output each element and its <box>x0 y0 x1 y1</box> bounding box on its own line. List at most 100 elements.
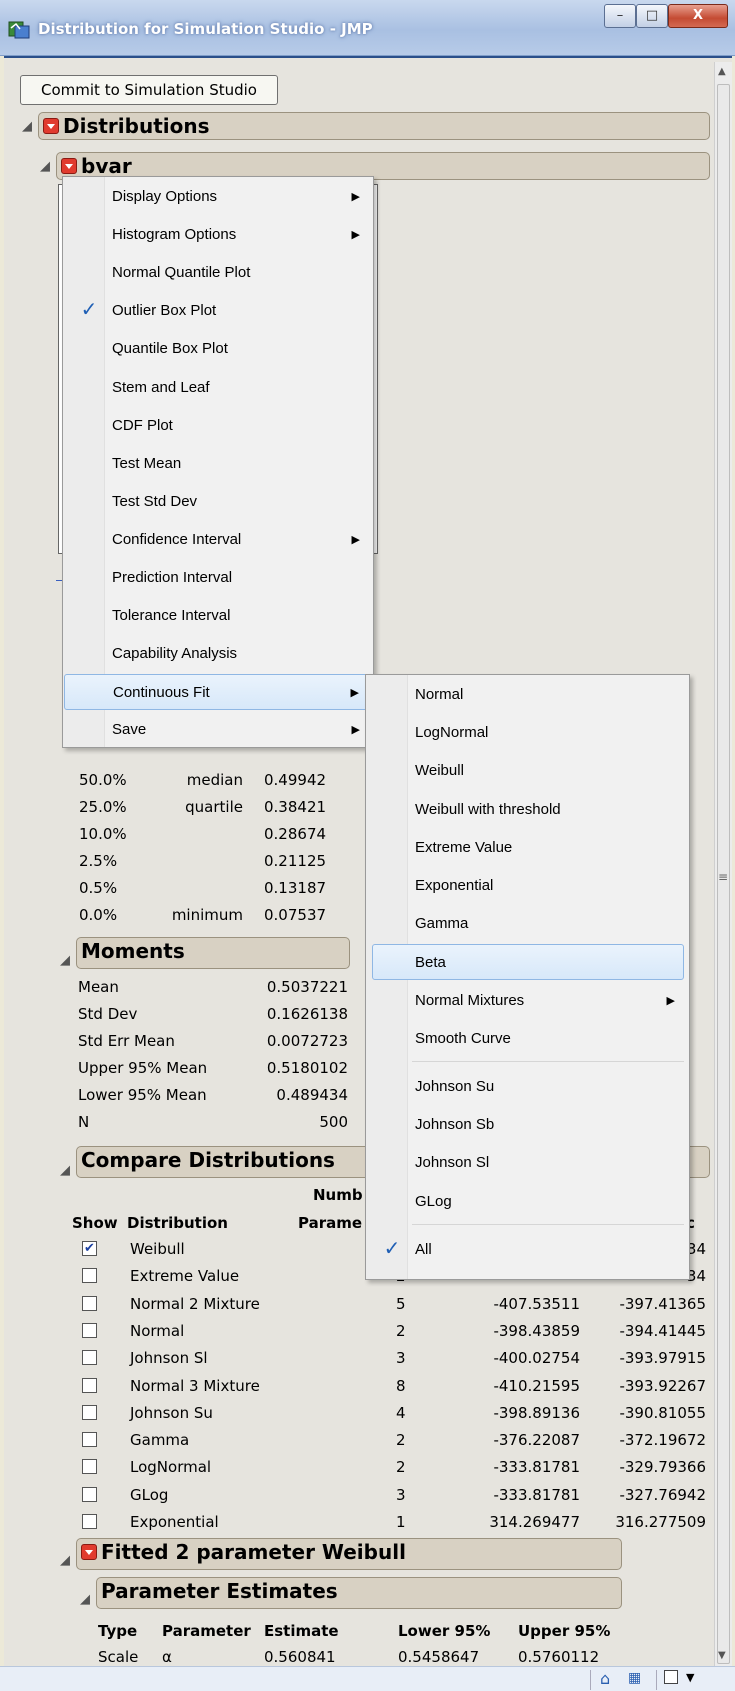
collapse-distributions-icon[interactable]: ◢ <box>22 119 32 134</box>
red-triangle-menu-icon[interactable] <box>61 157 77 174</box>
bic-value: -394.41445 <box>619 1321 706 1340</box>
quantile-pct: 10.0% <box>79 825 127 843</box>
menu-item-cdf-plot[interactable]: CDF Plot <box>64 408 374 444</box>
submenu-item-label: Weibull with threshold <box>415 800 561 818</box>
menu-item-normal-quantile-plot[interactable]: Normal Quantile Plot <box>64 255 374 291</box>
scroll-up-icon[interactable]: ▲ <box>718 66 726 77</box>
close-button[interactable]: X <box>668 4 728 28</box>
quantile-value: 0.21125 <box>264 852 327 870</box>
layout-icon[interactable] <box>664 1670 678 1684</box>
red-triangle-menu-icon[interactable] <box>43 117 59 134</box>
title-bar[interactable]: Distribution for Simulation Studio - JMP… <box>0 0 735 56</box>
menu-item-outlier-box-plot[interactable]: ✓ Outlier Box Plot <box>64 293 374 329</box>
submenu-item-johnson-su[interactable]: Johnson Su <box>367 1069 689 1105</box>
bic-value: -393.97915 <box>619 1349 706 1368</box>
distribution-name: Johnson Su <box>130 1403 213 1422</box>
jmp-app-icon <box>8 21 30 39</box>
menu-item-label: CDF Plot <box>112 416 173 434</box>
distribution-name: Extreme Value <box>130 1267 240 1286</box>
submenu-item-weibull-with-threshold[interactable]: Weibull with threshold <box>367 792 689 828</box>
dropdown-arrow-icon[interactable]: ▼ <box>686 1671 694 1684</box>
moments-title: Moments <box>81 939 185 963</box>
vertical-scrollbar[interactable]: ▲ ≡ ▼ <box>714 62 732 1666</box>
menu-item-stem-and-leaf[interactable]: Stem and Leaf <box>64 370 374 406</box>
moment-value: 0.489434 <box>276 1086 348 1104</box>
show-checkbox[interactable]: ✔ <box>82 1241 97 1256</box>
collapse-fitted-icon[interactable]: ◢ <box>60 1553 70 1568</box>
show-checkbox[interactable] <box>82 1486 97 1502</box>
submenu-item-all[interactable]: ✓ All <box>367 1232 689 1268</box>
bic-value: 316.277509 <box>615 1513 706 1531</box>
menu-item-prediction-interval[interactable]: Prediction Interval <box>64 560 374 596</box>
distributions-outline[interactable]: Distributions <box>38 112 710 140</box>
menu-item-label: Prediction Interval <box>112 569 233 586</box>
submenu-item-label: Johnson Su <box>415 1078 495 1095</box>
menu-item-test-mean[interactable]: Test Mean <box>64 446 374 482</box>
param-cell: 0.560841 <box>264 1648 336 1666</box>
maximize-button[interactable]: □ <box>636 4 668 28</box>
minimize-button[interactable]: – <box>604 4 636 28</box>
param-count: 1 <box>396 1513 406 1531</box>
commit-to-simulation-studio-button[interactable]: Commit to Simulation Studio <box>20 75 278 105</box>
checkmark-icon: ✓ <box>383 1237 401 1260</box>
home-icon[interactable]: ⌂ <box>600 1669 610 1688</box>
bic-value: -393.92267 <box>619 1376 706 1395</box>
collapse-parameter-icon[interactable]: ◢ <box>80 1592 90 1607</box>
distribution-name: Normal <box>130 1321 185 1340</box>
show-checkbox[interactable] <box>82 1514 97 1529</box>
submenu-item-normal[interactable]: Normal <box>367 677 689 713</box>
show-checkbox[interactable] <box>82 1295 97 1311</box>
quantile-value: 0.38421 <box>264 798 327 816</box>
param-cell: Scale <box>98 1648 139 1666</box>
submenu-item-weibull[interactable]: Weibull <box>367 753 689 789</box>
submenu-item-normal-mixtures[interactable]: Normal Mixtures ▶ <box>367 983 689 1019</box>
show-checkbox[interactable] <box>82 1377 97 1393</box>
submenu-item-johnson-sb[interactable]: Johnson Sb <box>367 1107 689 1143</box>
menu-item-capability-analysis[interactable]: Capability Analysis <box>64 636 374 672</box>
menu-item-confidence-interval[interactable]: Confidence Interval ▶ <box>64 522 374 558</box>
parameter-estimates-outline[interactable]: Parameter Estimates <box>96 1577 622 1609</box>
submenu-item-gamma[interactable]: Gamma <box>367 906 689 942</box>
show-checkbox[interactable] <box>82 1459 97 1475</box>
collapse-bvar-icon[interactable]: ◢ <box>40 159 50 174</box>
collapse-compare-icon[interactable]: ◢ <box>60 1163 70 1178</box>
menu-item-histogram-options[interactable]: Histogram Options ▶ <box>64 217 374 253</box>
submenu-item-smooth-curve[interactable]: Smooth Curve <box>367 1021 689 1057</box>
submenu-item-glog[interactable]: GLog <box>367 1184 689 1220</box>
menu-item-display-options[interactable]: Display Options ▶ <box>64 179 374 215</box>
menu-item-label: Continuous Fit <box>113 684 210 702</box>
red-triangle-menu-icon[interactable] <box>81 1543 97 1560</box>
aicc-value: -398.43859 <box>493 1321 580 1340</box>
window-list-icon[interactable]: ▦ <box>628 1670 641 1686</box>
collapse-moments-icon[interactable]: ◢ <box>60 953 70 968</box>
menu-item-tolerance-interval[interactable]: Tolerance Interval <box>64 598 374 634</box>
menu-item-continuous-fit[interactable]: Continuous Fit ▶ <box>64 674 374 711</box>
grip-icon: ≡ <box>718 870 729 884</box>
show-checkbox[interactable] <box>82 1350 97 1366</box>
show-checkbox[interactable] <box>82 1322 97 1338</box>
moment-value: 500 <box>319 1113 348 1131</box>
bic-value: -329.79366 <box>619 1458 706 1477</box>
menu-item-test-std-dev[interactable]: Test Std Dev <box>64 484 374 520</box>
menu-item-save[interactable]: Save ▶ <box>64 712 374 748</box>
scroll-down-icon[interactable]: ▼ <box>718 1650 726 1661</box>
quantile-value: 0.49942 <box>264 771 327 789</box>
submenu-item-exponential[interactable]: Exponential <box>367 868 689 904</box>
distribution-name: Johnson Sl <box>130 1349 208 1368</box>
show-checkbox[interactable] <box>82 1432 97 1448</box>
moments-outline[interactable]: Moments <box>76 937 350 969</box>
param-count: 8 <box>396 1376 406 1395</box>
show-checkbox[interactable] <box>82 1268 97 1284</box>
header-numb: Numb <box>313 1186 363 1204</box>
submenu-item-johnson-sl[interactable]: Johnson Sl <box>367 1145 689 1181</box>
quantile-pct: 50.0% <box>79 771 127 789</box>
submenu-item-beta[interactable]: Beta <box>372 944 684 981</box>
menu-item-quantile-box-plot[interactable]: Quantile Box Plot <box>64 331 374 367</box>
submenu-arrow-icon: ▶ <box>351 533 360 546</box>
submenu-item-extreme-value[interactable]: Extreme Value <box>367 830 689 866</box>
fitted-weibull-outline[interactable]: Fitted 2 parameter Weibull <box>76 1538 622 1570</box>
menu-item-label: Quantile Box Plot <box>112 340 228 358</box>
show-checkbox[interactable] <box>82 1404 97 1420</box>
menu-item-label: Stem and Leaf <box>112 378 210 396</box>
submenu-item-lognormal[interactable]: LogNormal <box>367 715 689 751</box>
